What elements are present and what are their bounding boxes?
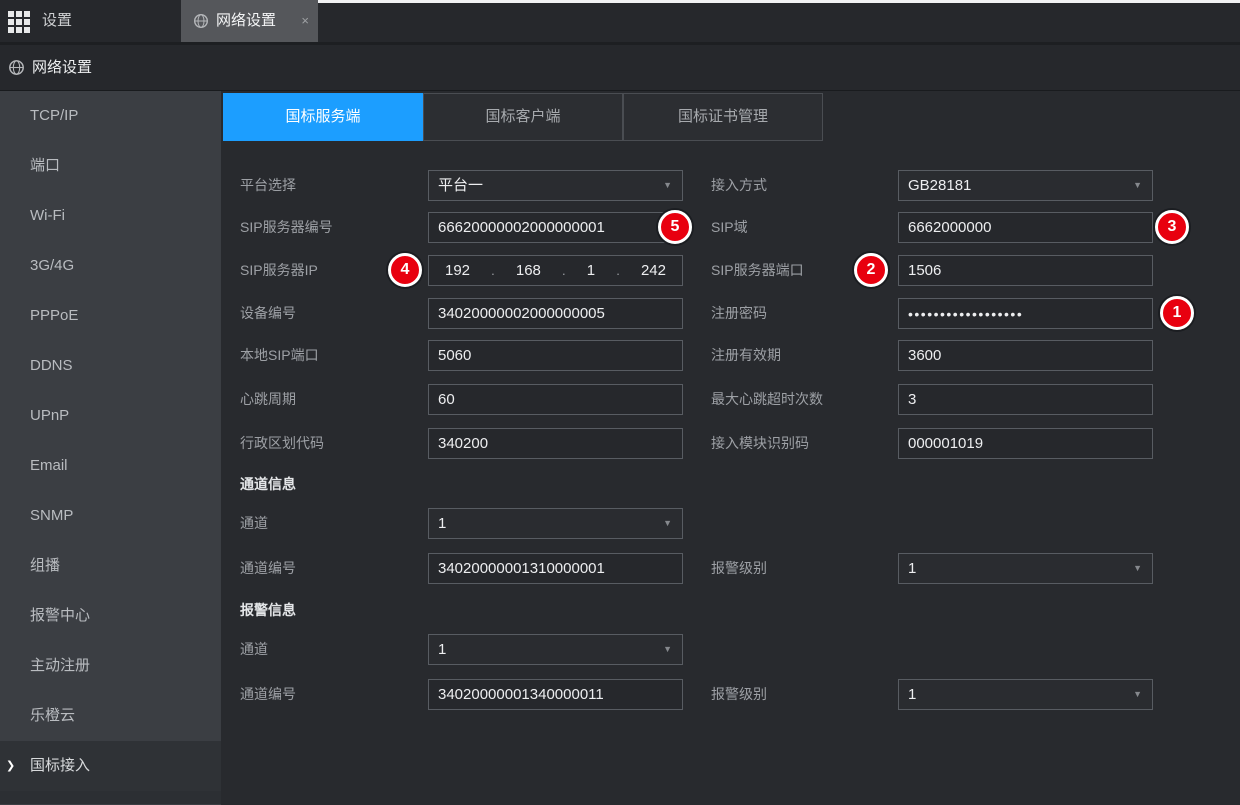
sidebar-item-auto-register[interactable]: 主动注册	[0, 641, 221, 691]
sidebar-bottom-strip	[0, 791, 221, 804]
page-title: 网络设置	[32, 45, 92, 90]
channel-id-label: 通道编号	[240, 553, 296, 584]
sidebar-item-lechange[interactable]: 乐橙云	[0, 691, 221, 741]
heartbeat-period-label: 心跳周期	[240, 384, 296, 415]
access-mode-label: 接入方式	[711, 170, 767, 201]
access-module-id-input[interactable]	[898, 428, 1153, 459]
platform-select-label: 平台选择	[240, 170, 296, 201]
callout-badge-5: 5	[658, 210, 692, 244]
sidebar-item-3g4g[interactable]: 3G/4G	[0, 241, 221, 291]
alarm-level-label: 报警级别	[711, 553, 767, 584]
ip-octet-4[interactable]: 242	[641, 262, 666, 279]
sip-server-id-input[interactable]	[428, 212, 683, 243]
chevron-down-icon: ▼	[663, 509, 672, 538]
local-sip-port-input[interactable]	[428, 340, 683, 371]
register-valid-label: 注册有效期	[711, 340, 781, 371]
callout-badge-2: 2	[854, 253, 888, 287]
tab-gb-server[interactable]: 国标服务端	[223, 93, 423, 141]
tab-network-settings[interactable]: 网络设置 ×	[181, 0, 318, 42]
heartbeat-period-input[interactable]	[428, 384, 683, 415]
alarm-channel-label: 通道	[240, 634, 268, 665]
sidebar-item-gb-access[interactable]: ❯ 国标接入	[0, 741, 221, 791]
register-password-input[interactable]	[898, 298, 1153, 329]
sidebar-item-tcpip[interactable]: TCP/IP	[0, 91, 221, 141]
ip-dot: .	[562, 263, 566, 278]
channel-dropdown[interactable]: 1 ▼	[428, 508, 683, 539]
tab-settings[interactable]: 设置	[42, 0, 72, 42]
sidebar-item-ddns[interactable]: DDNS	[0, 341, 221, 391]
close-icon[interactable]: ×	[301, 0, 309, 42]
callout-badge-3: 3	[1155, 210, 1189, 244]
sidebar-item-upnp[interactable]: UPnP	[0, 391, 221, 441]
alarm-info-section-title: 报警信息	[240, 600, 296, 620]
sidebar-item-port[interactable]: 端口	[0, 141, 221, 191]
sip-server-ip-input[interactable]: 192 . 168 . 1 . 242	[428, 255, 683, 286]
alarm-channel-id-input[interactable]	[428, 679, 683, 710]
alarm-level-label-2: 报警级别	[711, 679, 767, 710]
local-sip-port-label: 本地SIP端口	[240, 340, 319, 371]
register-valid-input[interactable]	[898, 340, 1153, 371]
chevron-down-icon: ▼	[1133, 171, 1142, 200]
region-code-input[interactable]	[428, 428, 683, 459]
sip-domain-label: SIP域	[711, 212, 748, 243]
chevron-down-icon: ▼	[1133, 554, 1142, 583]
sidebar-item-pppoe[interactable]: PPPoE	[0, 291, 221, 341]
region-code-label: 行政区划代码	[240, 428, 324, 459]
max-heartbeat-timeout-input[interactable]	[898, 384, 1153, 415]
alarm-level-dropdown-2[interactable]: 1 ▼	[898, 679, 1153, 710]
callout-badge-1: 1	[1160, 296, 1194, 330]
max-heartbeat-timeout-label: 最大心跳超时次数	[711, 384, 823, 415]
channel-info-section-title: 通道信息	[240, 474, 296, 494]
page-header: 网络设置	[0, 45, 1240, 91]
ip-octet-2[interactable]: 168	[516, 262, 541, 279]
dropdown-value: 1	[908, 686, 916, 703]
channel-id-input[interactable]	[428, 553, 683, 584]
grid-icon[interactable]	[8, 11, 30, 33]
dropdown-value: 1	[438, 515, 446, 532]
access-module-id-label: 接入模块识别码	[711, 428, 809, 459]
device-id-label: 设备编号	[240, 298, 296, 329]
ip-octet-1[interactable]: 192	[445, 262, 470, 279]
alarm-level-dropdown[interactable]: 1 ▼	[898, 553, 1153, 584]
sidebar-item-email[interactable]: Email	[0, 441, 221, 491]
top-edge-strip	[318, 0, 1240, 3]
chevron-down-icon: ▼	[663, 635, 672, 664]
window-tabbar: 设置 网络设置 ×	[0, 0, 1240, 42]
tab-gb-client[interactable]: 国标客户端	[423, 93, 623, 141]
register-password-label: 注册密码	[711, 298, 767, 329]
chevron-down-icon: ▼	[663, 171, 672, 200]
sip-server-id-label: SIP服务器编号	[240, 212, 333, 243]
sidebar-item-wifi[interactable]: Wi-Fi	[0, 191, 221, 241]
globe-icon	[8, 59, 25, 76]
channel-label: 通道	[240, 508, 268, 539]
sip-server-port-input[interactable]	[898, 255, 1153, 286]
dropdown-value: 1	[908, 560, 916, 577]
globe-icon	[193, 13, 209, 29]
dropdown-value: 1	[438, 641, 446, 658]
platform-select-dropdown[interactable]: 平台一 ▼	[428, 170, 683, 201]
ip-dot: .	[616, 263, 620, 278]
callout-badge-4: 4	[388, 253, 422, 287]
sidebar: TCP/IP 端口 Wi-Fi 3G/4G PPPoE DDNS UPnP Em…	[0, 91, 221, 805]
sip-domain-input[interactable]	[898, 212, 1153, 243]
sidebar-item-snmp[interactable]: SNMP	[0, 491, 221, 541]
ip-octet-3[interactable]: 1	[587, 262, 595, 279]
chevron-right-icon: ❯	[6, 741, 15, 791]
tab-gb-cert-management[interactable]: 国标证书管理	[623, 93, 823, 141]
sip-server-ip-label: SIP服务器IP	[240, 255, 318, 286]
sidebar-item-multicast[interactable]: 组播	[0, 541, 221, 591]
sidebar-item-label: 国标接入	[30, 757, 90, 774]
alarm-channel-id-label: 通道编号	[240, 679, 296, 710]
access-mode-dropdown[interactable]: GB28181 ▼	[898, 170, 1153, 201]
chevron-down-icon: ▼	[1133, 680, 1142, 709]
dropdown-value: 平台一	[438, 177, 483, 194]
sip-server-port-label: SIP服务器端口	[711, 255, 804, 286]
device-id-input[interactable]	[428, 298, 683, 329]
dropdown-value: GB28181	[908, 177, 971, 194]
sidebar-item-alarm-center[interactable]: 报警中心	[0, 591, 221, 641]
alarm-channel-dropdown[interactable]: 1 ▼	[428, 634, 683, 665]
ip-dot: .	[491, 263, 495, 278]
tab-label: 网络设置	[216, 0, 276, 42]
